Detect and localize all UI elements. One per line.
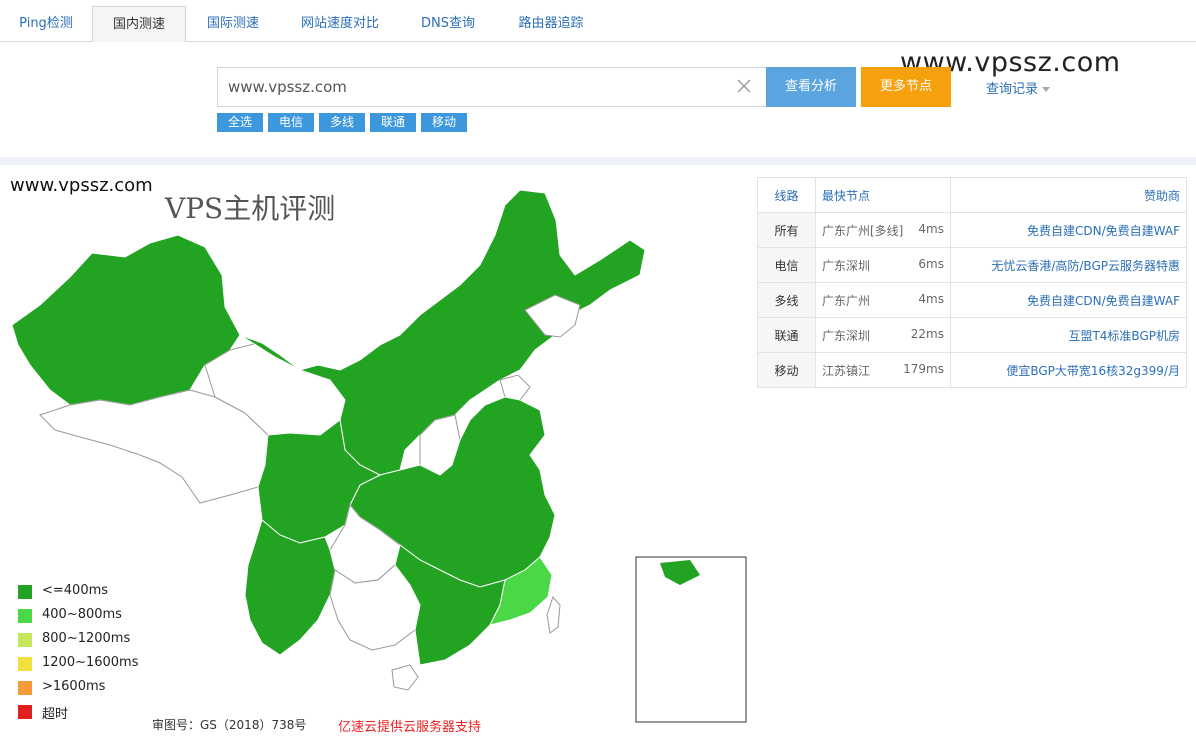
legend-swatch [18,585,32,599]
history-dropdown[interactable]: 查询记录 [986,78,1051,97]
region-xinjiang[interactable] [11,234,241,406]
tab-domestic-speed[interactable]: 国内测速 [92,6,186,43]
legend-swatch [18,681,32,695]
legend-swatch [18,633,32,647]
tab-traceroute[interactable]: 路由器追踪 [496,6,606,42]
history-label: 查询记录 [986,82,1039,97]
section-divider [0,157,1196,165]
row-node: 广东广州[多线] 4ms [815,212,951,248]
node-name: 江苏镇江 [822,363,871,378]
map-credit-link[interactable]: 亿速云提供云服务器支持 [338,716,481,735]
map-approval-number: 审图号：GS（2018）738号 [152,718,307,732]
legend-swatch [18,705,32,719]
tab-ping[interactable]: Ping检测 [0,6,92,42]
table-row: 移动 江苏镇江 179ms 便宜BGP大带宽16核32g399/月 [757,352,1187,388]
legend-item: 1200~1600ms [18,654,158,674]
row-node: 广东广州 4ms [815,282,951,318]
sponsor-link[interactable]: 无忧云香港/高防/BGP云服务器特惠 [950,247,1187,283]
table-row: 多线 广东广州 4ms 免费自建CDN/免费自建WAF [757,282,1187,318]
node-latency: 4ms [918,291,944,306]
tab-bar: Ping检测 国内测速 国际测速 网站速度对比 DNS查询 路由器追踪 [0,0,1196,43]
filter-mobile[interactable]: 移动 [421,113,467,132]
node-name: 广东深圳 [822,328,871,343]
filter-multiline[interactable]: 多线 [319,113,365,132]
legend-label: <=400ms [42,583,109,598]
filter-telecom[interactable]: 电信 [268,113,314,132]
table-header-row: 线路 最快节点 赞助商 [757,177,1187,213]
search-area: www.vpssz.com 查看分析 更多节点 查询记录 全选 电信 多线 联通… [0,42,1196,158]
node-name: 广东广州 [822,293,871,308]
legend-swatch [18,609,32,623]
caret-down-icon [1042,87,1051,92]
region-hainan[interactable] [391,664,419,691]
legend-label: 超时 [42,707,69,722]
row-line: 所有 [757,212,816,248]
node-latency: 22ms [910,326,944,341]
sponsor-link[interactable]: 免费自建CDN/免费自建WAF [950,212,1187,248]
node-latency: 6ms [918,256,944,271]
header-fastest-node: 最快节点 [815,177,951,213]
row-node: 广东深圳 6ms [815,247,951,283]
region-beijing-tianjin[interactable] [499,374,531,401]
node-latency: 179ms [903,361,944,376]
sponsor-link[interactable]: 便宜BGP大带宽16核32g399/月 [950,352,1187,388]
table-row: 电信 广东深圳 6ms 无忧云香港/高防/BGP云服务器特惠 [757,247,1187,283]
south-sea-inset [635,556,747,723]
region-taiwan[interactable] [546,596,561,634]
china-speed-map: www.vpssz.com VPS主机评测 <=400ms 400~800ms … [0,165,750,747]
row-line: 移动 [757,352,816,388]
table-row: 联通 广东深圳 22ms 互盟T4标准BGP机房 [757,317,1187,353]
sponsor-link[interactable]: 免费自建CDN/免费自建WAF [950,282,1187,318]
legend-item: <=400ms [18,582,158,602]
row-line: 电信 [757,247,816,283]
tab-international-speed[interactable]: 国际测速 [186,6,280,42]
node-name: 广东深圳 [822,258,871,273]
node-latency: 4ms [918,221,944,236]
tab-dns[interactable]: DNS查询 [400,6,496,42]
map-watermark-title: VPS主机评测 [165,192,336,225]
node-name: 广东广州[多线] [822,223,904,238]
analyze-button[interactable]: 查看分析 [766,67,856,107]
sponsor-link[interactable]: 互盟T4标准BGP机房 [950,317,1187,353]
region-yunnan[interactable] [244,519,336,656]
tab-site-compare[interactable]: 网站速度对比 [280,6,400,42]
more-nodes-button[interactable]: 更多节点 [861,67,951,107]
legend-label: 400~800ms [42,607,122,622]
row-node: 江苏镇江 179ms [815,352,951,388]
map-watermark-url: www.vpssz.com [10,175,153,196]
filter-unicom[interactable]: 联通 [370,113,416,132]
legend-label: 800~1200ms [42,631,131,646]
fastest-node-table: 线路 最快节点 赞助商 所有 广东广州[多线] 4ms 免费自建CDN/免费自建W… [757,177,1187,388]
legend-label: >1600ms [42,679,106,694]
search-box [217,67,767,107]
row-line: 多线 [757,282,816,318]
filter-all[interactable]: 全选 [217,113,263,132]
header-sponsor: 赞助商 [950,177,1187,213]
legend-item: >1600ms [18,678,158,698]
header-line: 线路 [757,177,816,213]
close-icon[interactable] [734,76,754,96]
legend-item: 400~800ms [18,606,158,626]
table-row: 所有 广东广州[多线] 4ms 免费自建CDN/免费自建WAF [757,212,1187,248]
row-line: 联通 [757,317,816,353]
row-node: 广东深圳 22ms [815,317,951,353]
legend-item: 800~1200ms [18,630,158,650]
search-input[interactable] [218,68,728,106]
legend-swatch [18,657,32,671]
legend-item: 超时 [18,702,158,722]
legend-label: 1200~1600ms [42,655,139,670]
